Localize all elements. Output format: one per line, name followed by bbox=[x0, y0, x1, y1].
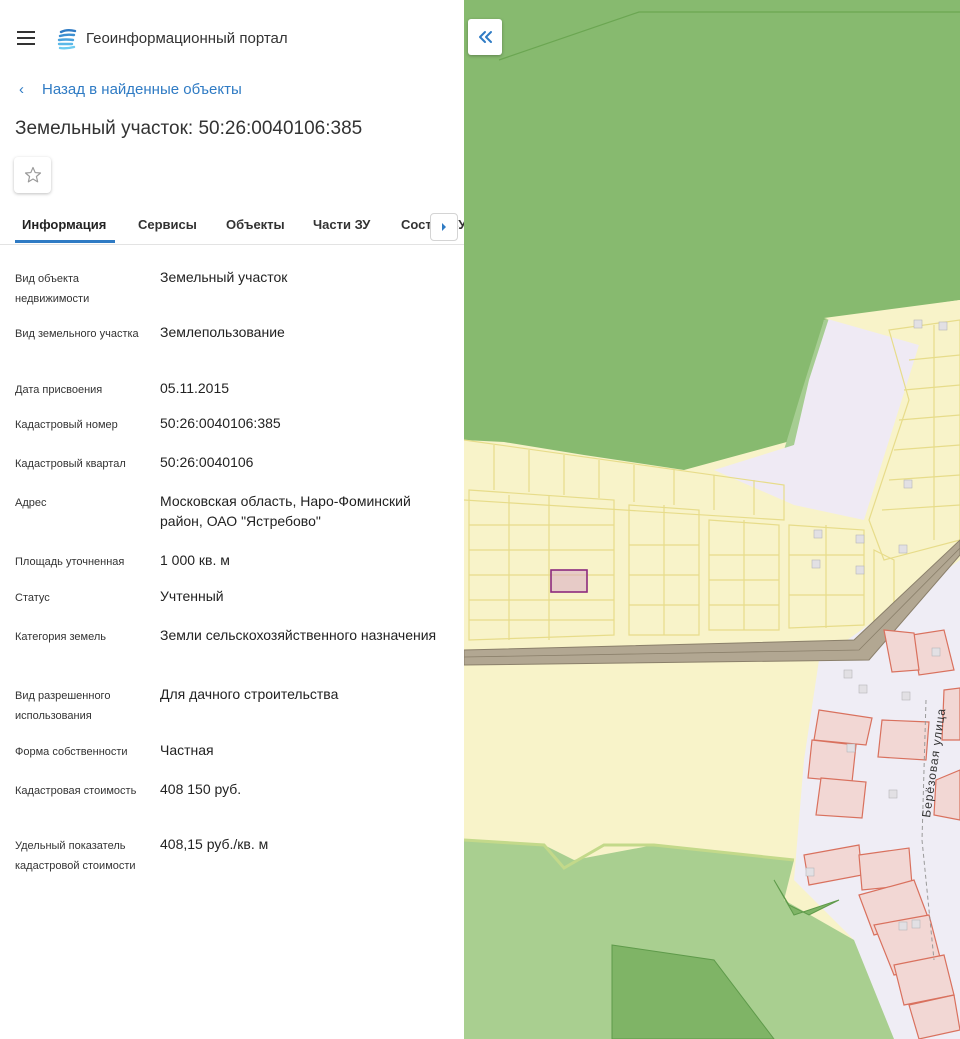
info-label: Кадастровый квартал bbox=[15, 458, 126, 470]
tab-information[interactable]: Информация bbox=[22, 217, 106, 232]
info-label: Адрес bbox=[15, 497, 47, 509]
info-value: Для дачного строительства bbox=[160, 686, 339, 702]
info-label: Категория земель bbox=[15, 631, 106, 643]
info-value: 1 000 кв. м bbox=[160, 552, 230, 568]
page-title: Земельный участок: 50:26:0040106:385 bbox=[15, 118, 363, 139]
caret-right-icon bbox=[442, 223, 446, 231]
tab-parts[interactable]: Части ЗУ bbox=[313, 217, 370, 232]
info-label: Статус bbox=[15, 592, 50, 604]
info-value: 408,15 руб./кв. м bbox=[160, 836, 269, 852]
tab-services[interactable]: Сервисы bbox=[138, 217, 197, 232]
collapse-panel-button[interactable] bbox=[468, 19, 502, 55]
menu-icon[interactable] bbox=[17, 31, 35, 45]
info-value: Московская область, Наро-Фоминский район… bbox=[160, 493, 411, 529]
chevron-left-icon: ‹ bbox=[19, 81, 24, 98]
portal-logo-icon bbox=[57, 29, 77, 50]
info-label: Кадастровый номер bbox=[15, 419, 118, 431]
info-label: Кадастровая стоимость bbox=[15, 785, 137, 797]
info-value: 05.11.2015 bbox=[160, 380, 230, 396]
info-label: Форма собственности bbox=[15, 746, 128, 758]
info-value: Учтенный bbox=[160, 588, 224, 604]
tab-objects[interactable]: Объекты bbox=[226, 217, 285, 232]
map-view[interactable]: Берёзовая улица bbox=[464, 0, 960, 1039]
info-value: 50:26:0040106 bbox=[160, 454, 254, 470]
info-value: Земельный участок bbox=[160, 269, 288, 285]
star-icon bbox=[24, 166, 41, 183]
selected-parcel[interactable] bbox=[550, 569, 588, 593]
favorite-button[interactable] bbox=[14, 157, 51, 193]
back-link-label: Назад в найденные объекты bbox=[42, 81, 242, 98]
active-tab-indicator bbox=[15, 240, 115, 243]
double-chevron-left-icon bbox=[479, 31, 492, 43]
back-link[interactable]: ‹ Назад в найденные объекты bbox=[19, 81, 242, 98]
info-label: Площадь уточненная bbox=[15, 556, 125, 568]
info-label: Вид объекта недвижимости bbox=[15, 273, 90, 305]
info-value: Землепользование bbox=[160, 324, 285, 340]
info-value: Частная bbox=[160, 742, 214, 758]
info-label: Дата присвоения bbox=[15, 384, 103, 396]
app-title: Геоинформационный портал bbox=[86, 30, 288, 47]
info-label: Удельный показатель кадастровой стоимост… bbox=[15, 840, 136, 872]
cadastral-map[interactable]: Берёзовая улица bbox=[464, 0, 960, 1039]
info-panel: Геоинформационный портал ‹ Назад в найден… bbox=[0, 0, 464, 1039]
info-value: Земли сельскохозяйственного назначения bbox=[160, 627, 437, 643]
info-label: Вид разрешенного использования bbox=[15, 690, 111, 722]
info-label: Вид земельного участка bbox=[15, 328, 139, 340]
info-value: 50:26:0040106:385 bbox=[160, 415, 281, 431]
info-value: 408 150 руб. bbox=[160, 781, 242, 797]
tab-scroll-right-button[interactable] bbox=[430, 213, 458, 241]
tab-bar: Информация Сервисы Объекты Части ЗУ Сост… bbox=[0, 205, 464, 245]
